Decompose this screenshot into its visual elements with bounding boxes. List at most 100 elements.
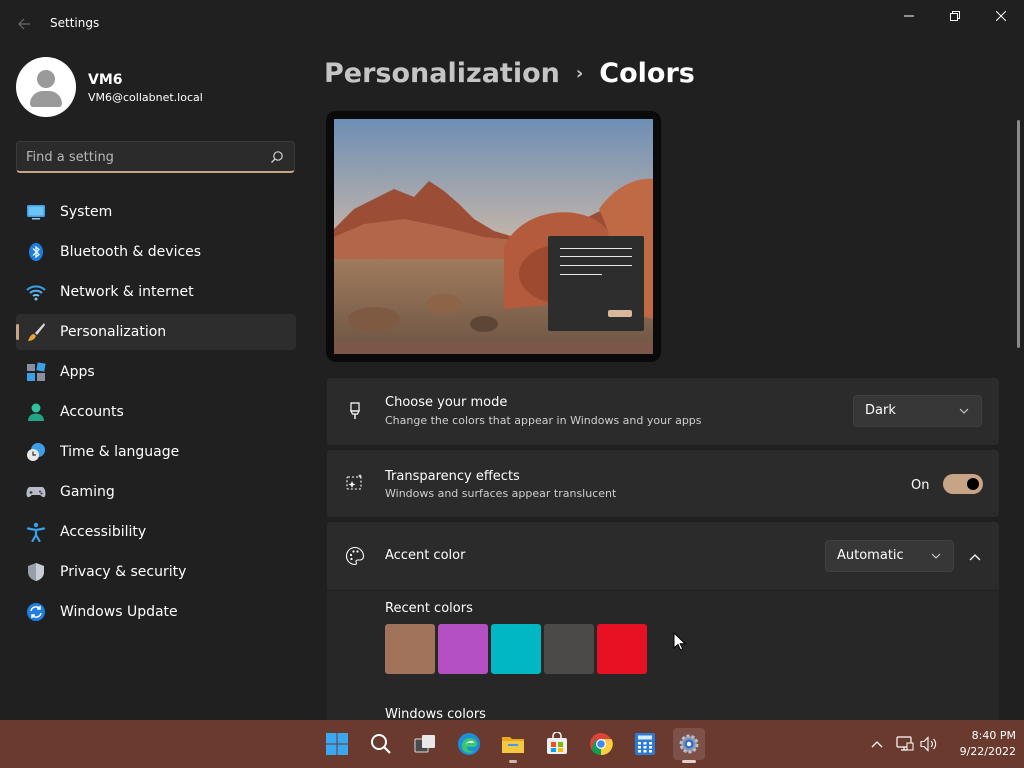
system-icon	[26, 202, 46, 222]
mouse-cursor-icon	[673, 632, 687, 651]
sidebar-item-gaming[interactable]: Gaming	[16, 474, 296, 510]
search-icon[interactable]	[270, 150, 284, 164]
avatar-head	[37, 70, 55, 88]
breadcrumb: Personalization › Colors	[324, 58, 695, 89]
app-title: Settings	[50, 16, 100, 30]
chrome-app[interactable]	[585, 728, 617, 760]
breadcrumb-parent[interactable]: Personalization	[324, 58, 560, 89]
sidebar-item-bluetooth[interactable]: Bluetooth & devices	[16, 234, 296, 270]
chevron-up-icon	[871, 741, 883, 748]
volume-tray-button[interactable]	[918, 732, 940, 756]
sidebar-item-label: Time & language	[60, 444, 180, 460]
recent-color-swatch[interactable]	[597, 624, 647, 674]
wifi-icon	[26, 282, 46, 302]
accent-dropdown[interactable]: Automatic	[825, 540, 954, 572]
preview-line	[560, 265, 632, 266]
edge-app[interactable]	[453, 728, 485, 760]
avatar[interactable]	[16, 57, 76, 117]
back-button[interactable]	[12, 12, 36, 36]
sidebar-item-label: Accounts	[60, 404, 124, 420]
close-button[interactable]	[978, 0, 1024, 32]
sidebar-nav: System Bluetooth & devices Network & int…	[16, 194, 296, 634]
accent-collapse-button[interactable]	[965, 548, 985, 568]
task-view-icon	[414, 735, 435, 753]
preview-line	[560, 274, 602, 275]
accent-title: Accent color	[385, 548, 466, 563]
sidebar-item-label: Personalization	[60, 324, 167, 340]
accent-color-card[interactable]: Accent color Automatic	[327, 522, 999, 590]
search-button[interactable]	[365, 728, 397, 760]
toggle-knob	[967, 478, 979, 490]
minimize-button[interactable]	[886, 0, 932, 32]
preview-line	[560, 256, 632, 257]
search-icon	[371, 734, 391, 754]
store-app[interactable]	[541, 728, 573, 760]
sidebar-item-accessibility[interactable]: Accessibility	[16, 514, 296, 550]
network-monitor-icon	[896, 736, 914, 751]
task-view-button[interactable]	[409, 728, 441, 760]
main-scrollbar[interactable]	[1017, 120, 1020, 348]
search-box[interactable]	[16, 141, 295, 173]
store-icon	[547, 732, 567, 754]
running-indicator	[682, 760, 696, 763]
sidebar-item-system[interactable]: System	[16, 194, 296, 230]
apps-icon	[26, 362, 46, 382]
user-email: VM6@collabnet.local	[88, 91, 203, 104]
preview-window-mockup	[548, 236, 644, 331]
sidebar-item-apps[interactable]: Apps	[16, 354, 296, 390]
settings-app[interactable]	[673, 728, 705, 763]
sidebar-item-time-language[interactable]: Time & language	[16, 434, 296, 470]
transparency-state-label: On	[911, 478, 930, 493]
sidebar-item-accounts[interactable]: Accounts	[16, 394, 296, 430]
accent-color-panel: Recent colors Windows colors	[327, 591, 999, 722]
breadcrumb-separator: ›	[575, 63, 584, 84]
taskbar	[0, 720, 1024, 768]
taskbar-clock[interactable]: 8:40 PM 9/22/2022	[940, 728, 1016, 760]
user-name: VM6	[88, 72, 123, 88]
recent-color-swatch[interactable]	[438, 624, 488, 674]
accounts-icon	[26, 402, 46, 422]
minimize-icon	[904, 15, 914, 17]
restore-button[interactable]	[932, 0, 978, 32]
recent-color-swatch[interactable]	[544, 624, 594, 674]
chevron-down-icon	[959, 408, 969, 414]
speaker-icon	[920, 736, 937, 752]
network-tray-button[interactable]	[894, 732, 916, 756]
restore-icon	[950, 11, 960, 21]
show-hidden-icons-button[interactable]	[866, 732, 888, 756]
mode-title: Choose your mode	[385, 395, 508, 410]
recent-color-swatch[interactable]	[385, 624, 435, 674]
mode-dropdown[interactable]: Dark	[853, 395, 982, 427]
sidebar-item-personalization[interactable]: Personalization	[16, 314, 296, 350]
search-input[interactable]	[26, 147, 266, 167]
shield-icon	[26, 562, 46, 582]
page-title: Colors	[599, 58, 695, 89]
sidebar-item-privacy-security[interactable]: Privacy & security	[16, 554, 296, 590]
recent-color-swatch[interactable]	[491, 624, 541, 674]
sidebar-item-label: Bluetooth & devices	[60, 244, 202, 260]
sidebar-item-label: Gaming	[60, 484, 115, 500]
sidebar-item-label: Network & internet	[60, 284, 194, 300]
chrome-icon	[590, 733, 613, 756]
sidebar-item-network[interactable]: Network & internet	[16, 274, 296, 310]
title-bar: Settings	[0, 0, 1024, 48]
accessibility-icon	[26, 522, 46, 542]
gamepad-icon	[26, 482, 46, 502]
gear-icon	[679, 734, 699, 754]
start-button[interactable]	[321, 728, 353, 760]
clock-date: 9/22/2022	[959, 745, 1016, 758]
windows-logo-icon	[326, 733, 348, 755]
running-indicator	[509, 760, 517, 763]
back-arrow-icon	[18, 18, 30, 30]
sidebar-item-label: Windows Update	[60, 604, 178, 620]
sidebar-item-windows-update[interactable]: Windows Update	[16, 594, 296, 630]
transparency-toggle[interactable]	[943, 474, 983, 494]
calculator-app[interactable]	[629, 728, 661, 760]
paint-bucket-icon	[343, 399, 367, 423]
sidebar-item-label: System	[60, 204, 113, 220]
folder-icon	[502, 737, 524, 753]
accent-dropdown-value: Automatic	[837, 548, 904, 563]
file-explorer-app[interactable]	[497, 728, 529, 763]
clock-time: 8:40 PM	[971, 729, 1016, 742]
sidebar-item-label: Privacy & security	[60, 564, 187, 580]
